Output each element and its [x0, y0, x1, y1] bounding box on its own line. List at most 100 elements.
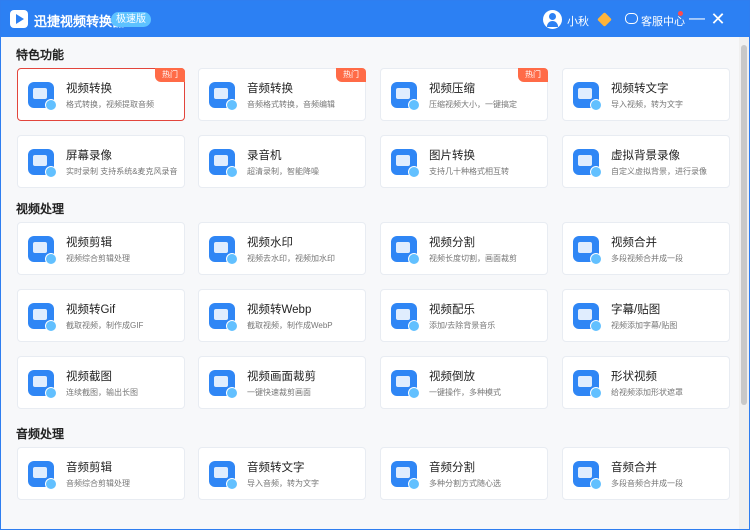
- section-title: 音频处理: [16, 427, 65, 441]
- feature-card[interactable]: 音频转文字导入音频，转为文字: [198, 447, 366, 500]
- user-avatar-icon[interactable]: [543, 10, 562, 29]
- feature-card[interactable]: 视频水印视频去水印，视频加水印: [198, 222, 366, 275]
- edition-badge: 极速版: [111, 12, 151, 27]
- feature-card[interactable]: 视频压缩压缩视频大小，一键搞定 热门: [380, 68, 548, 121]
- feature-title: 视频截图: [66, 371, 112, 383]
- feature-description: 添加/去除背景音乐: [429, 321, 496, 330]
- webp-icon: [209, 303, 238, 332]
- feature-title: 视频转文字: [611, 83, 669, 95]
- feature-title: 视频画面裁剪: [247, 371, 316, 383]
- feature-title: 视频转Webp: [247, 304, 312, 316]
- feature-description: 视频添加字幕/贴图: [611, 321, 678, 330]
- feature-description: 支持几十种格式相互转: [429, 167, 509, 176]
- feature-title: 形状视频: [611, 371, 657, 383]
- feature-description: 自定义虚拟背景，进行录像: [611, 167, 707, 176]
- feature-title: 虚拟背景录像: [611, 150, 680, 162]
- scrollbar[interactable]: [739, 37, 749, 529]
- app-logo-icon: [10, 10, 28, 28]
- feature-description: 多段音频合并成一段: [611, 479, 683, 488]
- feature-card[interactable]: 音频转换音频格式转换，音频编辑 热门: [198, 68, 366, 121]
- feature-card[interactable]: 音频剪辑 音频综合剪辑处理: [17, 447, 185, 500]
- feature-card[interactable]: 音频分割多种分割方式随心选: [380, 447, 548, 500]
- feature-description: 音频格式转换，音频编辑: [247, 100, 335, 109]
- minimize-button[interactable]: —: [687, 9, 707, 29]
- feature-card[interactable]: 音频合并多段音频合并成一段: [562, 447, 730, 500]
- feature-description: 多种分割方式随心选: [429, 479, 501, 488]
- virtual-background-icon: [573, 149, 602, 178]
- chat-icon[interactable]: [625, 13, 638, 24]
- video-convert-icon: [28, 82, 57, 111]
- feature-title: 视频转Gif: [66, 304, 116, 316]
- audio-merge-icon: [573, 461, 602, 490]
- feature-card[interactable]: 视频合并多段视频合并成一段: [562, 222, 730, 275]
- audio-edit-icon: [28, 461, 57, 490]
- feature-title: 音频转换: [247, 83, 293, 95]
- hot-badge: 热门: [518, 68, 548, 82]
- shape-video-icon: [573, 370, 602, 399]
- feature-card[interactable]: 视频分割 视频长度切割，画面裁剪: [380, 222, 548, 275]
- hot-badge: 热门: [336, 68, 366, 82]
- video-watermark-icon: [209, 236, 238, 265]
- feature-title: 视频水印: [247, 237, 293, 249]
- feature-description: 实时录制 支持系统&麦克风录音: [66, 167, 178, 176]
- feature-card[interactable]: 视频转Gif 截取视频，制作成GIF: [17, 289, 185, 342]
- section-title: 特色功能: [16, 48, 65, 62]
- feature-description: 视频去水印，视频加水印: [247, 254, 335, 263]
- app-window: 迅捷视频转换器 极速版 小秋 客服中心 — ✕ 特色功能 视频转换 格式转换，视频提…: [0, 0, 750, 530]
- feature-card[interactable]: 字幕/贴图视频添加字幕/贴图: [562, 289, 730, 342]
- feature-title: 视频剪辑: [66, 237, 112, 249]
- feature-description: 截取视频，制作成WebP: [247, 321, 333, 330]
- feature-description: 连续截图，输出长图: [66, 388, 138, 397]
- video-merge-icon: [573, 236, 602, 265]
- close-button[interactable]: ✕: [708, 9, 728, 29]
- video-to-text-icon: [573, 82, 602, 111]
- scroll-thumb[interactable]: [741, 45, 747, 405]
- image-convert-icon: [391, 149, 420, 178]
- feature-card[interactable]: 视频配乐添加/去除背景音乐: [380, 289, 548, 342]
- feature-title: 图片转换: [429, 150, 475, 162]
- feature-title: 字幕/贴图: [611, 304, 661, 316]
- gif-icon: [28, 303, 57, 332]
- feature-title: 音频转文字: [247, 462, 305, 474]
- feature-card[interactable]: 视频倒放一键操作，多种模式: [380, 356, 548, 409]
- feature-title: 音频分割: [429, 462, 475, 474]
- recorder-icon: [209, 149, 238, 178]
- feature-title: 屏幕录像: [66, 150, 112, 162]
- feature-card[interactable]: 形状视频给视频添加形状遮罩: [562, 356, 730, 409]
- audio-to-text-icon: [209, 461, 238, 490]
- feature-description: 音频综合剪辑处理: [66, 479, 130, 488]
- video-music-icon: [391, 303, 420, 332]
- feature-description: 给视频添加形状遮罩: [611, 388, 683, 397]
- video-reverse-icon: [391, 370, 420, 399]
- feature-card[interactable]: 视频转Webp 截取视频，制作成WebP: [198, 289, 366, 342]
- feature-title: 视频合并: [611, 237, 657, 249]
- user-name[interactable]: 小秋: [567, 13, 589, 29]
- feature-description: 一键操作，多种模式: [429, 388, 501, 397]
- feature-description: 多段视频合并成一段: [611, 254, 683, 263]
- feature-description: 压缩视频大小，一键搞定: [429, 100, 517, 109]
- video-split-icon: [391, 236, 420, 265]
- feature-description: 导入音频，转为文字: [247, 479, 319, 488]
- feature-title: 视频配乐: [429, 304, 475, 316]
- feature-card[interactable]: 图片转换支持几十种格式相互转: [380, 135, 548, 188]
- feature-card[interactable]: 视频截图连续截图，输出长图: [17, 356, 185, 409]
- feature-card[interactable]: 虚拟背景录像自定义虚拟背景，进行录像: [562, 135, 730, 188]
- feature-description: 视频综合剪辑处理: [66, 254, 130, 263]
- feature-title: 视频压缩: [429, 83, 475, 95]
- section-title: 视频处理: [16, 202, 65, 216]
- subtitle-sticker-icon: [573, 303, 602, 332]
- feature-card[interactable]: 屏幕录像实时录制 支持系统&麦克风录音: [17, 135, 185, 188]
- feature-title: 视频倒放: [429, 371, 475, 383]
- feature-description: 格式转换，视频提取音频: [66, 100, 154, 109]
- feature-card[interactable]: 视频转换 格式转换，视频提取音频 热门: [17, 68, 185, 121]
- video-compress-icon: [391, 82, 420, 111]
- hot-badge: 热门: [155, 68, 185, 82]
- feature-card[interactable]: 录音机 超清录制，智能降噪: [198, 135, 366, 188]
- vip-icon[interactable]: [597, 12, 612, 27]
- title-bar: 迅捷视频转换器 极速版 小秋 客服中心 — ✕: [1, 1, 749, 37]
- feature-title: 音频合并: [611, 462, 657, 474]
- feature-description: 超清录制，智能降噪: [247, 167, 319, 176]
- feature-card[interactable]: 视频画面裁剪 一键快速裁剪画面: [198, 356, 366, 409]
- feature-card[interactable]: 视频剪辑视频综合剪辑处理: [17, 222, 185, 275]
- feature-card[interactable]: 视频转文字 导入视频，转为文字: [562, 68, 730, 121]
